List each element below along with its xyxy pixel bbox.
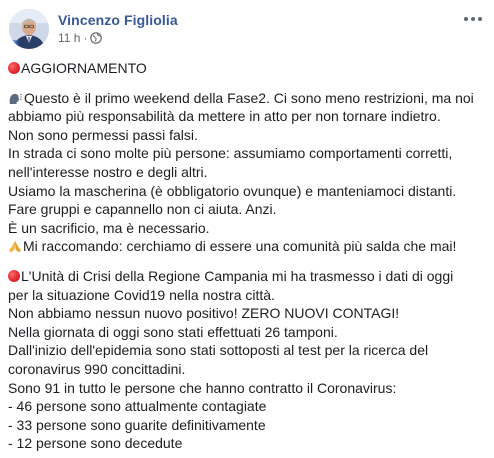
paragraph-line: Non sono permessi passi falsi. [8,126,198,143]
paragraph-line: Non abbiamo nessun nuovo positivo! ZERO … [8,305,400,322]
post-body: AGGIORNAMENTO Questo è il primo weekend … [8,59,490,453]
post-meta: 11 h · [58,31,103,45]
paragraph-text: Mi raccomando: cerchiamo di essere una c… [23,238,457,255]
post-heading: AGGIORNAMENTO [21,60,147,76]
post-timestamp[interactable]: 11 h [58,31,80,45]
heading-line: AGGIORNAMENTO [8,59,490,78]
paragraph-line: Usiamo la mascherina (è obbligatorio ovu… [8,182,457,199]
paragraph-line: Nella giornata di oggi sono stati effett… [8,323,338,340]
paragraph-text: L'Unità di Crisi della Regione Campania … [21,267,454,284]
paragraph-line: Sono 91 in tutto le persone che hanno co… [8,379,397,396]
red-circle-icon [8,62,20,74]
paragraph-line: per la situazione Covid19 nella nostra c… [8,286,275,303]
list-item: - 12 persone sono decedute [8,435,183,452]
paragraph-line: coronavirus 990 concittadini. [8,360,186,377]
facebook-post: Vincenzo Figliolia 11 h · AGGIORNAMENTO … [0,0,494,458]
post-header: Vincenzo Figliolia 11 h · [9,9,484,51]
author-name[interactable]: Vincenzo Figliolia [58,12,178,28]
paragraph-line: Fare gruppi e capannello non ci aiuta. A… [8,201,277,218]
paragraph-line: Mi raccomando: cerchiamo di essere una c… [8,237,490,256]
meta-separator: · [83,31,88,45]
list-item: - 46 persone sono attualmente contagiate [8,398,267,415]
avatar[interactable] [9,9,49,49]
paragraph-line: L'Unità di Crisi della Regione Campania … [8,267,490,286]
paragraph-line: In strada ci sono molte più persone: ass… [8,145,453,162]
paragraph-text: Questo è il primo weekend della Fase2. C… [24,89,474,106]
speaking-head-icon [9,93,22,104]
more-options-button[interactable] [462,13,484,25]
paragraph-line: Questo è il primo weekend della Fase2. C… [8,89,490,108]
avatar-image [9,9,49,49]
list-item: - 33 persone sono guarite definitivament… [8,416,266,433]
paragraph-line: Dall'inizio dell'epidemia sono stati sot… [8,342,429,359]
red-circle-icon [8,269,20,282]
paragraph-line: abbiamo più responsabilità da mettere in… [8,108,441,125]
ellipsis-icon [464,17,468,21]
praying-hands-icon [9,241,21,253]
paragraph-line: È un sacrificio, ma è necessario. [8,219,210,236]
paragraph-line: nell'interesse nostro e degli altri. [8,163,208,180]
globe-icon[interactable] [90,32,103,44]
